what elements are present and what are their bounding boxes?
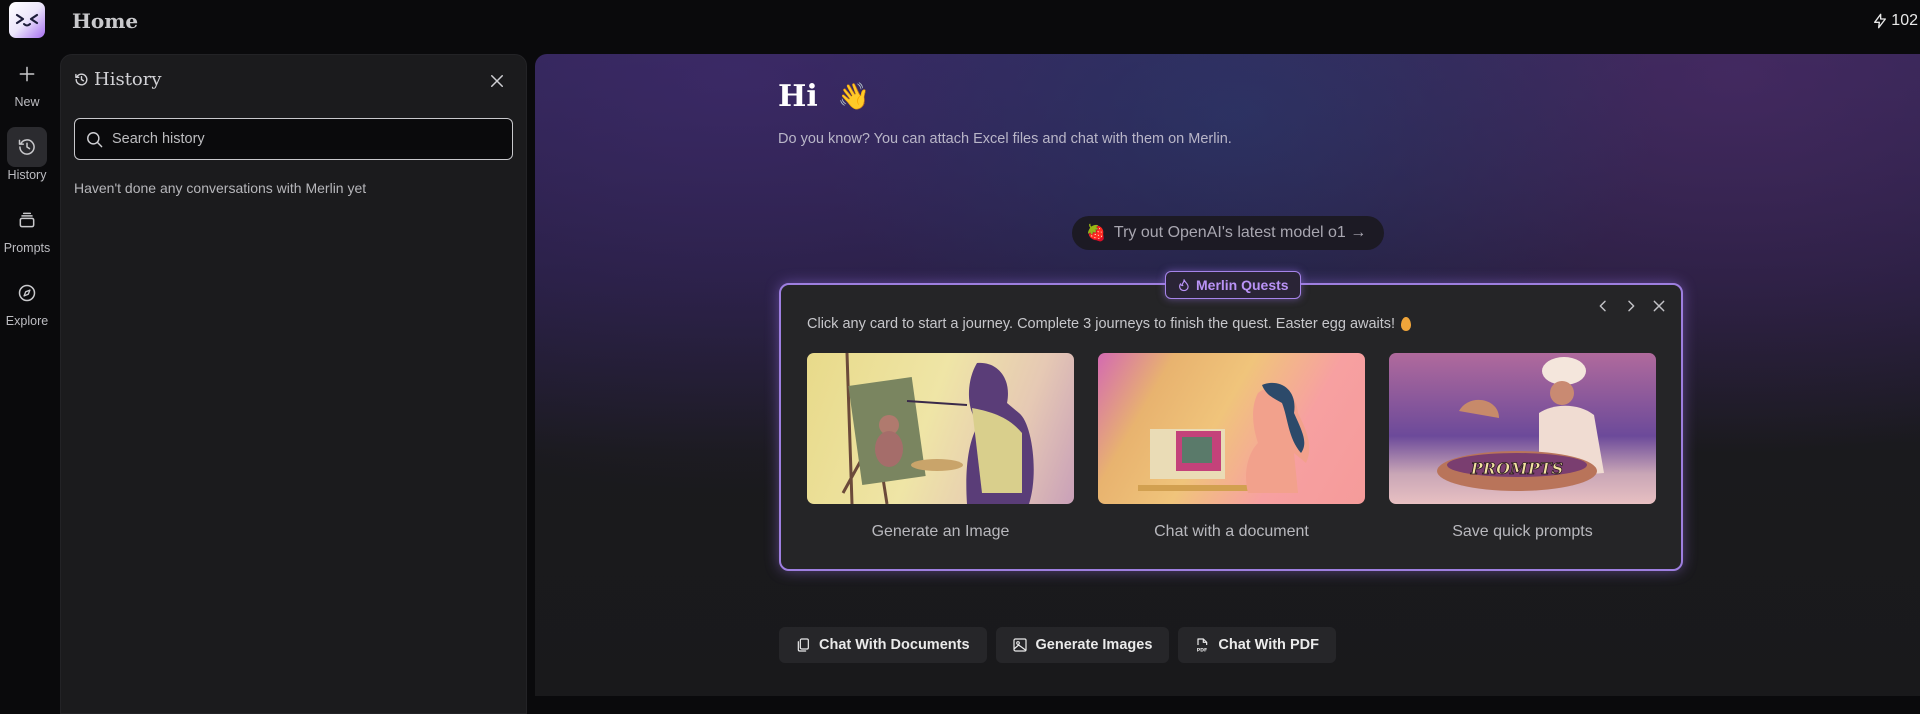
page-title: Home — [72, 9, 139, 33]
lightning-icon — [1874, 13, 1887, 29]
main-content: Hi 👋 Do you know? You can attach Excel f… — [535, 54, 1920, 696]
prompts-image-text: PROMPTS — [1470, 459, 1563, 478]
chevron-right-icon — [1628, 300, 1635, 312]
left-rail: New History Prompts Explore — [0, 44, 58, 696]
rail-item-new[interactable]: New — [0, 54, 54, 109]
search-icon — [87, 131, 103, 147]
merlin-logo[interactable] — [9, 2, 45, 38]
quest-badge-label: Merlin Quests — [1196, 277, 1289, 293]
waving-hand-icon: 👋 — [837, 81, 871, 111]
computer-scene — [1138, 382, 1310, 493]
card-label: Save quick prompts — [1452, 523, 1593, 540]
history-panel: History Haven't done any conversations w… — [60, 54, 527, 714]
plus-icon — [19, 66, 35, 82]
quest-next-button[interactable] — [1623, 298, 1639, 314]
card-label: Chat with a document — [1154, 523, 1309, 540]
history-empty-message: Haven't done any conversations with Merl… — [74, 180, 367, 196]
quest-card-chat-document[interactable]: Chat with a document — [1098, 353, 1365, 541]
strawberry-icon: 🍓 — [1086, 225, 1106, 242]
rail-label: Explore — [5, 314, 49, 328]
quest-close-button[interactable] — [1651, 298, 1667, 314]
credits-counter[interactable]: 102 — [1872, 12, 1918, 30]
greeting-title: Hi — [778, 79, 818, 114]
quest-cards: Generate an Image Chat with a document P… — [807, 353, 1656, 541]
card-label: Generate an Image — [871, 523, 1010, 540]
history-icon — [75, 73, 88, 86]
egg-icon — [1401, 317, 1412, 331]
quick-actions: Chat With Documents Generate Images PDF … — [779, 627, 1336, 663]
rail-label: Prompts — [3, 241, 51, 255]
history-panel-header: History — [74, 69, 162, 90]
painter-scene — [841, 353, 1034, 504]
rail-item-explore[interactable]: Explore — [0, 273, 54, 328]
quest-card-generate-image[interactable]: Generate an Image — [807, 353, 1074, 541]
close-history-button[interactable] — [488, 72, 506, 90]
rail-item-prompts[interactable]: Prompts — [0, 200, 54, 255]
compass-icon — [18, 284, 36, 302]
painter-illustration — [807, 353, 1074, 504]
rail-label: New — [14, 95, 40, 109]
chat-with-documents-button[interactable]: Chat With Documents — [779, 627, 987, 663]
history-search-input[interactable] — [112, 131, 492, 147]
chat-with-pdf-button[interactable]: PDF Chat With PDF — [1178, 627, 1336, 663]
greeting: Hi 👋 — [778, 79, 870, 114]
tip-text: Do you know? You can attach Excel files … — [778, 131, 1232, 147]
merlin-face-icon — [15, 13, 39, 27]
promo-label: Try out OpenAI's latest model o1 → — [1113, 224, 1367, 241]
chef-scene: PROMPTS — [1437, 357, 1604, 491]
merlin-quests-panel: Merlin Quests Click any card to start a … — [779, 271, 1683, 571]
rail-label: History — [7, 168, 47, 182]
top-bar: Home 102 — [0, 0, 1920, 44]
generate-images-button[interactable]: Generate Images — [995, 627, 1170, 663]
prompts-icon — [19, 212, 35, 228]
quest-prev-button[interactable] — [1595, 298, 1611, 314]
flame-icon — [1179, 279, 1189, 292]
history-icon — [18, 139, 35, 155]
close-icon — [1653, 300, 1665, 312]
merlin-quests-badge: Merlin Quests — [1165, 271, 1301, 299]
chef-illustration: PROMPTS — [1389, 353, 1656, 504]
chevron-left-icon — [1599, 300, 1606, 312]
promo-o1-button[interactable]: 🍓 Try out OpenAI's latest model o1 → — [1072, 216, 1385, 250]
documents-icon — [797, 638, 809, 652]
history-search — [74, 118, 513, 160]
pdf-icon: PDF — [1197, 638, 1208, 653]
quest-controls — [1595, 298, 1667, 314]
credits-value: 102 — [1891, 12, 1918, 29]
quest-card-save-prompts[interactable]: PROMPTS Save quick prompts — [1389, 353, 1656, 541]
history-panel-title: History — [94, 69, 162, 90]
computer-user-illustration — [1098, 353, 1365, 504]
rail-item-history[interactable]: History — [0, 127, 54, 182]
svg-text:PDF: PDF — [1197, 648, 1207, 653]
image-icon — [1012, 638, 1027, 652]
quest-description: Click any card to start a journey. Compl… — [807, 316, 1412, 332]
